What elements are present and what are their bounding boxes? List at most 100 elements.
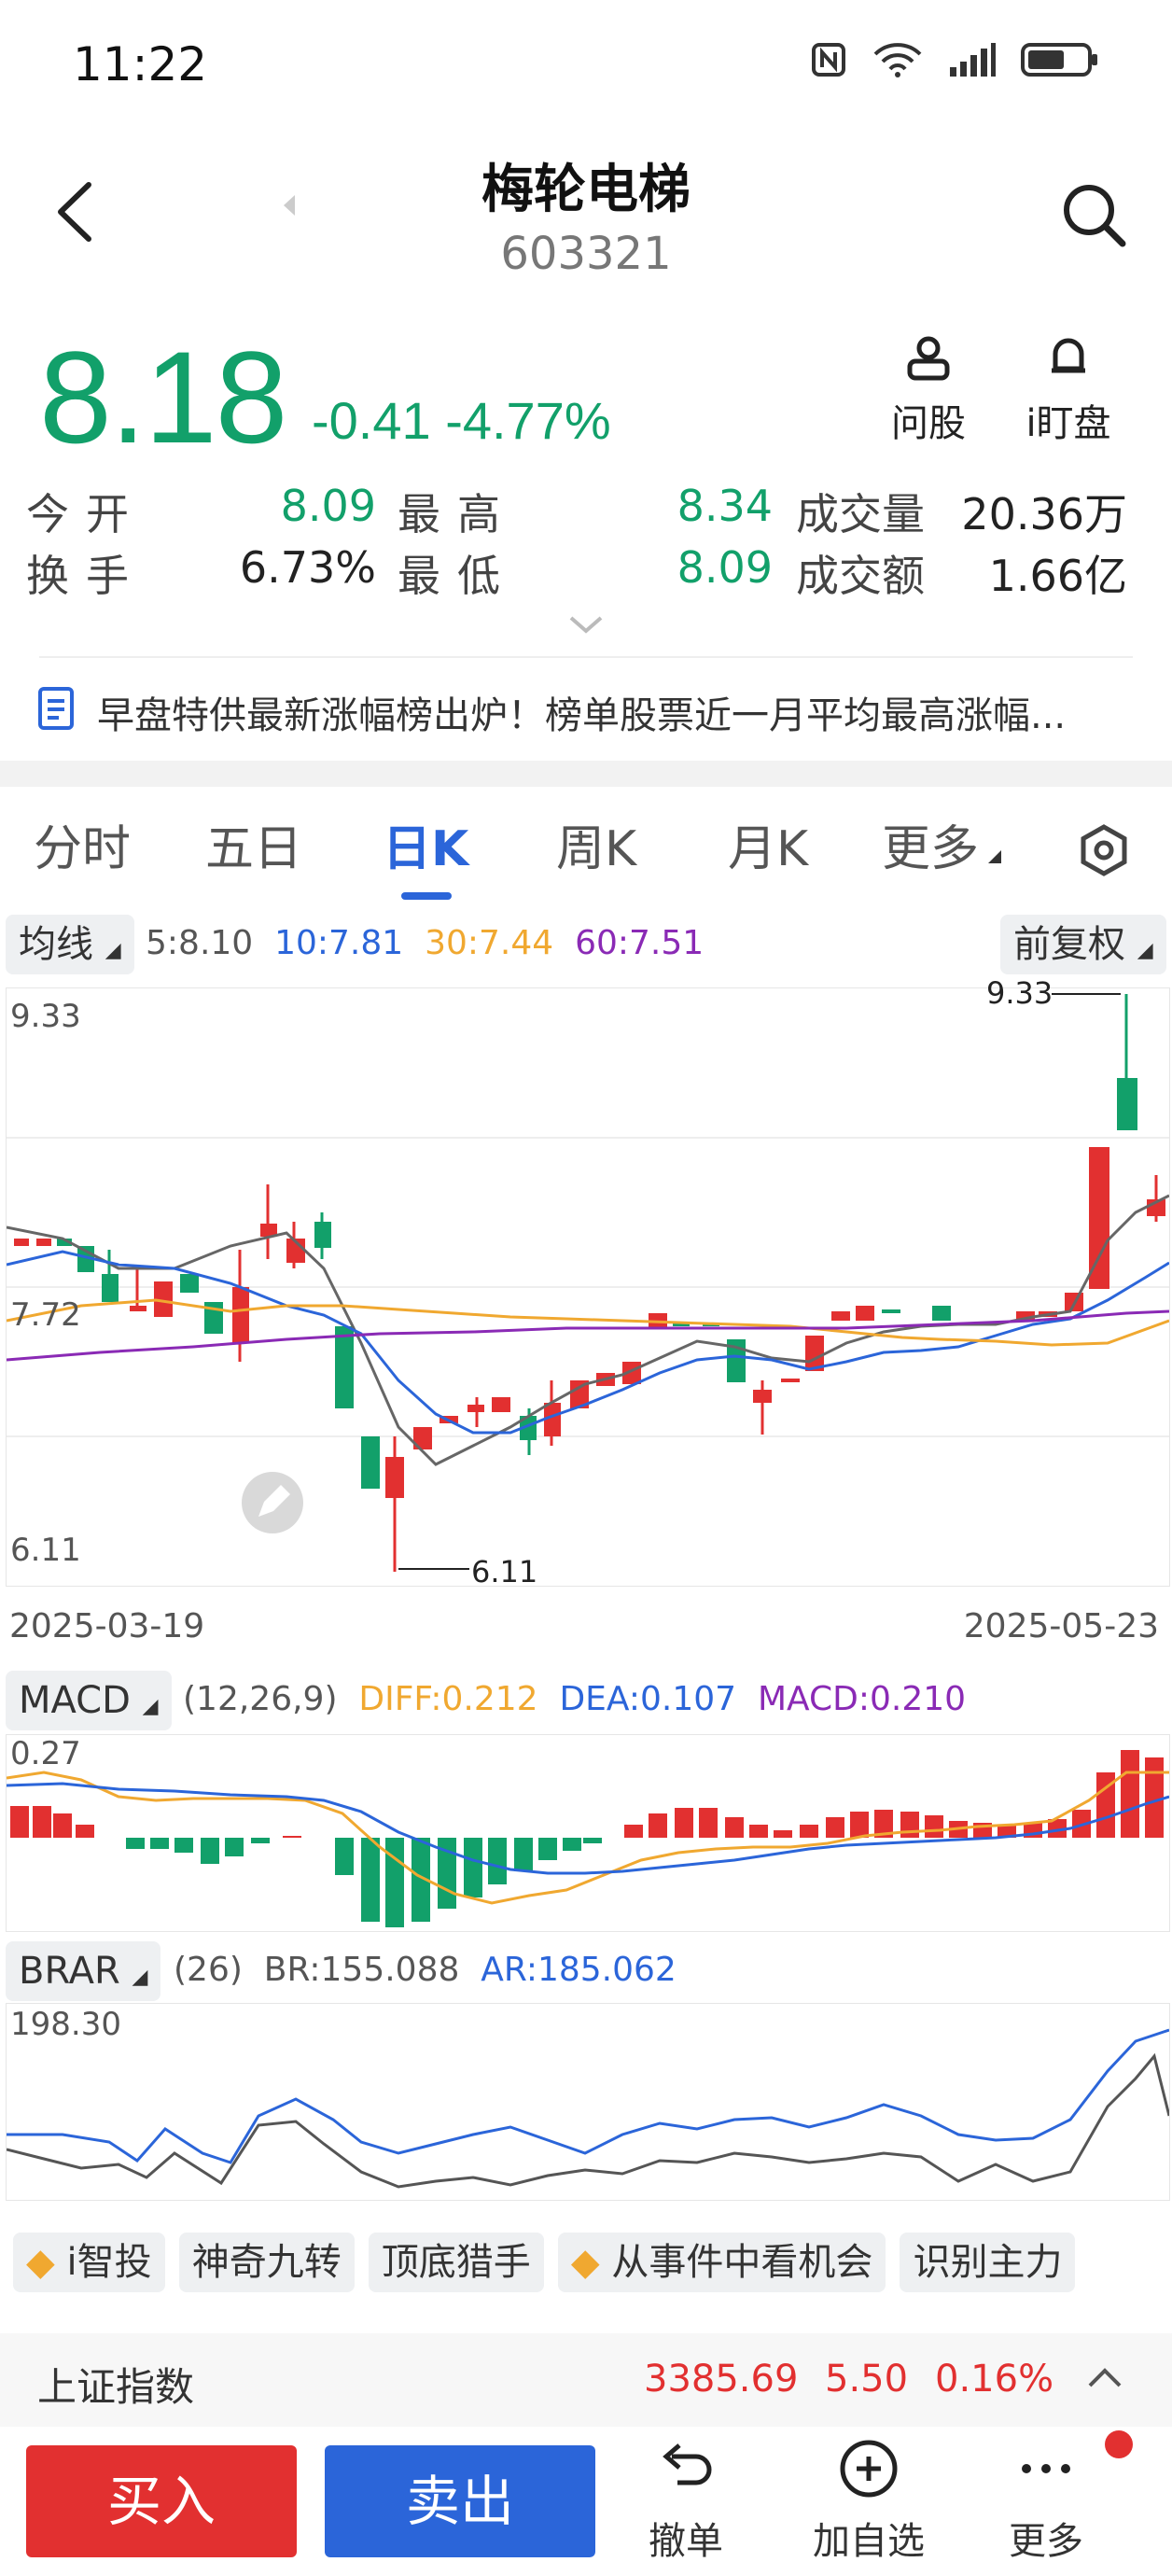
current-price: 8.18 xyxy=(39,324,287,470)
brar-chart[interactable]: 198.30 xyxy=(6,2003,1171,2201)
sell-button[interactable]: 卖出 xyxy=(325,2445,595,2557)
brar-svg xyxy=(6,2028,1171,2189)
tool-chip-label: 顶底猎手 xyxy=(381,2241,531,2284)
ma-selector-label: 均线 xyxy=(19,923,93,966)
add-watchlist-button[interactable]: 加自选 xyxy=(799,2436,939,2565)
adjust-selector[interactable]: 前复权 ◢ xyxy=(1000,915,1166,974)
tool-chip-events[interactable]: ◆ 从事件中看机会 xyxy=(557,2233,886,2292)
tab-more[interactable]: 更多 xyxy=(882,803,1003,896)
cancel-order-button[interactable]: 撤单 xyxy=(616,2436,756,2565)
period-tabs: 分时 五日 日K 周K 月K 更多 xyxy=(0,803,1172,905)
low-value: 8.09 xyxy=(677,542,773,593)
ask-stock-button[interactable]: 问股 xyxy=(868,331,989,447)
status-time: 11:22 xyxy=(73,37,208,91)
ask-stock-label: 问股 xyxy=(891,402,966,445)
tool-chip-main-force[interactable]: 识别主力 xyxy=(900,2233,1076,2292)
index-bar[interactable]: 上证指数 3385.69 5.50 0.16% xyxy=(0,2333,1172,2427)
brar-br: BR:155.088 xyxy=(263,1951,460,1989)
nfc-icon xyxy=(812,43,845,77)
adjust-label: 前复权 xyxy=(1013,923,1125,966)
tool-chip-izhitou[interactable]: ◆ i智投 xyxy=(13,2233,165,2292)
index-name: 上证指数 xyxy=(37,2364,195,2410)
plus-circle-icon xyxy=(840,2440,898,2498)
ma60-value: 60:7.51 xyxy=(575,924,705,962)
buy-button[interactable]: 买入 xyxy=(26,2445,297,2557)
open-label: 今开 xyxy=(26,489,146,539)
expand-chevron-icon[interactable] xyxy=(567,614,605,637)
brar-selector-label: BRAR xyxy=(19,1950,120,1993)
undo-icon xyxy=(663,2443,712,2485)
ar-line xyxy=(7,2028,1170,2164)
index-pct: 0.16% xyxy=(935,2358,1054,2401)
macd-dea: DEA:0.107 xyxy=(559,1680,737,1718)
tab-intraday[interactable]: 分时 xyxy=(34,803,131,896)
macd-y-top: 0.27 xyxy=(10,1735,81,1772)
macd-selector[interactable]: MACD ◢ xyxy=(6,1671,172,1730)
macd-chart[interactable]: 0.27 xyxy=(6,1734,1170,1932)
chevron-up-icon[interactable] xyxy=(1086,2363,1123,2391)
date-start: 2025-03-19 xyxy=(9,1607,205,1645)
brar-ar: AR:185.062 xyxy=(481,1951,677,1989)
battery-icon xyxy=(1021,43,1097,77)
tab-weekly-k[interactable]: 周K xyxy=(556,803,636,896)
tool-chip-nine-turns[interactable]: 神奇九转 xyxy=(178,2233,355,2292)
more-label: 更多 xyxy=(1009,2520,1083,2563)
date-end: 2025-05-23 xyxy=(963,1607,1159,1645)
brar-legend: (26) BR:155.088 AR:185.062 xyxy=(174,1951,677,1989)
active-tab-underline xyxy=(401,892,452,900)
tool-chips: ◆ i智投 神奇九转 顶底猎手 ◆ 从事件中看机会 识别主力 xyxy=(13,2233,1172,2298)
ma10-value: 10:7.81 xyxy=(274,924,404,962)
stock-name: 梅轮电梯 xyxy=(481,160,691,220)
kline-y-mid: 7.72 xyxy=(10,1296,81,1334)
low-label: 最低 xyxy=(398,551,517,601)
amount-label: 成交额 xyxy=(796,551,925,601)
price-change: -0.41 -4.77% xyxy=(312,391,611,450)
amount-value: 1.66亿 xyxy=(988,551,1127,601)
watch-label: i盯盘 xyxy=(1026,402,1111,445)
ma30-value: 30:7.44 xyxy=(425,924,554,962)
more-button[interactable]: 更多 xyxy=(976,2436,1116,2565)
brar-y-top: 198.30 xyxy=(10,2006,121,2043)
drawing-tool-icon[interactable] xyxy=(240,1470,305,1535)
more-dots-icon xyxy=(1022,2464,1070,2473)
macd-svg xyxy=(6,1750,1170,1927)
ma5-value: 5:8.10 xyxy=(146,924,254,962)
volume-value: 20.36万 xyxy=(961,489,1127,539)
search-icon[interactable] xyxy=(1058,179,1129,250)
stats-divider xyxy=(39,656,1133,658)
ma5-line xyxy=(6,1194,1170,1466)
kline-svg xyxy=(6,993,1170,1572)
signal-icon xyxy=(950,43,996,77)
tool-chip-label: 从事件中看机会 xyxy=(611,2241,873,2284)
tab-monthly-k[interactable]: 月K xyxy=(728,803,808,896)
watch-button[interactable]: i盯盘 xyxy=(1008,331,1129,447)
cancel-order-label: 撤单 xyxy=(649,2520,723,2563)
news-text: 早盘特供最新涨幅榜出炉！榜单股票近一月平均最高涨幅... xyxy=(97,694,1067,737)
wifi-icon xyxy=(873,43,922,77)
tool-chip-label: 神奇九转 xyxy=(191,2241,342,2284)
tool-chip-top-bottom[interactable]: 顶底猎手 xyxy=(368,2233,544,2292)
document-icon xyxy=(38,687,74,730)
status-bar: 11:22 xyxy=(0,0,1172,131)
kline-low-mark: 6.11 xyxy=(471,1554,538,1589)
high-label: 最高 xyxy=(398,489,517,539)
ma-selector[interactable]: 均线 ◢ xyxy=(6,915,134,974)
turnover-value: 6.73% xyxy=(239,542,376,593)
section-divider xyxy=(0,761,1172,787)
status-icons xyxy=(810,41,1099,78)
dea-line xyxy=(6,1782,1170,1875)
settings-hexagon-icon[interactable] xyxy=(1077,823,1131,877)
kline-chart[interactable]: 9.33 7.72 6.11 9.33 6.11 xyxy=(6,975,1170,1589)
candles xyxy=(14,994,1165,1572)
kline-high-mark: 9.33 xyxy=(986,975,1053,1011)
kline-y-top: 9.33 xyxy=(10,998,81,1035)
index-value: 3385.69 xyxy=(644,2358,799,2401)
brar-params: (26) xyxy=(174,1951,243,1989)
bell-icon xyxy=(1052,338,1085,373)
brar-selector[interactable]: BRAR ◢ xyxy=(6,1941,161,2001)
open-value: 8.09 xyxy=(280,481,376,531)
tab-daily-k[interactable]: 日K xyxy=(383,803,468,896)
stock-code: 603321 xyxy=(500,228,672,280)
br-line xyxy=(6,2052,1171,2189)
tab-five-day[interactable]: 五日 xyxy=(205,803,302,896)
